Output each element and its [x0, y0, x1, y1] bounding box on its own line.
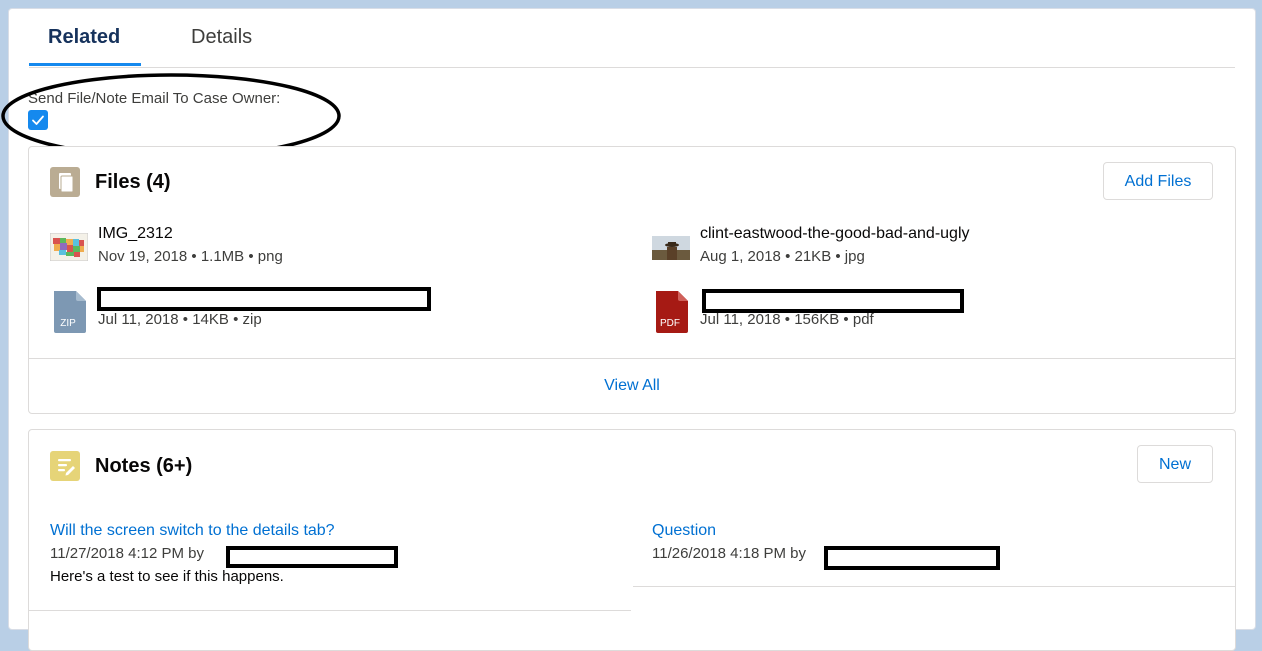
note-meta: 11/27/2018 4:12 PM by: [50, 545, 204, 562]
file-extension: jpg: [844, 248, 865, 265]
new-note-button[interactable]: New: [1137, 445, 1213, 483]
map-thumbnail: [49, 232, 89, 266]
redacted-author: [824, 546, 1000, 570]
record-related-panel: Related Details Send File/Note Email To …: [1, 8, 1256, 651]
send-email-checkbox[interactable]: [28, 110, 48, 130]
svg-text:ZIP: ZIP: [60, 318, 76, 329]
pdf-file-icon: PDF: [652, 291, 690, 338]
file-extension: zip: [242, 311, 262, 328]
notes-title: Notes (6+): [95, 455, 193, 477]
checkmark-icon: [32, 115, 44, 125]
file-meta: Nov 19, 2018 • 1.1MB • png: [98, 248, 283, 265]
svg-text:PDF: PDF: [660, 318, 680, 329]
file-name[interactable]: clint-eastwood-the-good-bad-and-ugly: [700, 225, 970, 243]
file-name[interactable]: IMG_2312: [98, 225, 173, 243]
note-timestamp: 11/26/2018 4:18 PM: [652, 545, 786, 562]
file-meta: Jul 11, 2018 • 14KB • zip: [98, 311, 262, 328]
files-card-footer: View All: [29, 358, 1235, 413]
tab-bar: Related Details: [29, 9, 1235, 68]
zip-file-icon: ZIP: [50, 291, 88, 338]
note-title-link[interactable]: Question: [652, 522, 716, 540]
file-size: 1.1MB: [200, 248, 245, 265]
files-title: Files (4): [95, 171, 171, 193]
file-extension: png: [257, 248, 283, 265]
note-divider: [29, 610, 631, 611]
notes-icon: [50, 451, 80, 481]
files-card: Files (4) Add Files IMG_2312 Nov 19, 201…: [28, 146, 1236, 414]
file-size: 21KB: [794, 248, 832, 265]
view-all-files-link[interactable]: View All: [29, 377, 1235, 395]
tab-details[interactable]: Details: [191, 26, 252, 49]
file-date: Nov 19, 2018: [98, 248, 188, 265]
send-email-label: Send File/Note Email To Case Owner:: [28, 90, 281, 107]
redacted-file-name: [97, 287, 431, 311]
active-tab-indicator: [29, 63, 141, 66]
files-icon: [50, 167, 80, 197]
note-meta: 11/26/2018 4:18 PM by: [652, 545, 806, 562]
redacted-author: [226, 546, 398, 568]
file-size: 156KB: [794, 311, 840, 328]
note-divider: [633, 586, 1235, 587]
note-by: by: [188, 545, 205, 562]
file-date: Jul 11, 2018: [700, 311, 781, 328]
note-title-link[interactable]: Will the screen switch to the details ta…: [50, 522, 335, 540]
add-files-button[interactable]: Add Files: [1103, 162, 1213, 200]
file-date: Jul 11, 2018: [98, 311, 179, 328]
redacted-file-name: [702, 289, 964, 313]
tab-related[interactable]: Related: [48, 26, 120, 49]
notes-card: Notes (6+) New Will the screen switch to…: [28, 429, 1236, 651]
note-preview: Here's a test to see if this happens.: [50, 568, 284, 585]
photo-thumbnail: [652, 236, 690, 265]
file-date: Aug 1, 2018: [700, 248, 781, 265]
note-by: by: [790, 545, 807, 562]
note-timestamp: 11/27/2018 4:12 PM: [50, 545, 184, 562]
file-extension: pdf: [852, 311, 874, 328]
file-size: 14KB: [192, 311, 229, 328]
file-meta: Jul 11, 2018 • 156KB • pdf: [700, 311, 874, 328]
file-meta: Aug 1, 2018 • 21KB • jpg: [700, 248, 865, 265]
